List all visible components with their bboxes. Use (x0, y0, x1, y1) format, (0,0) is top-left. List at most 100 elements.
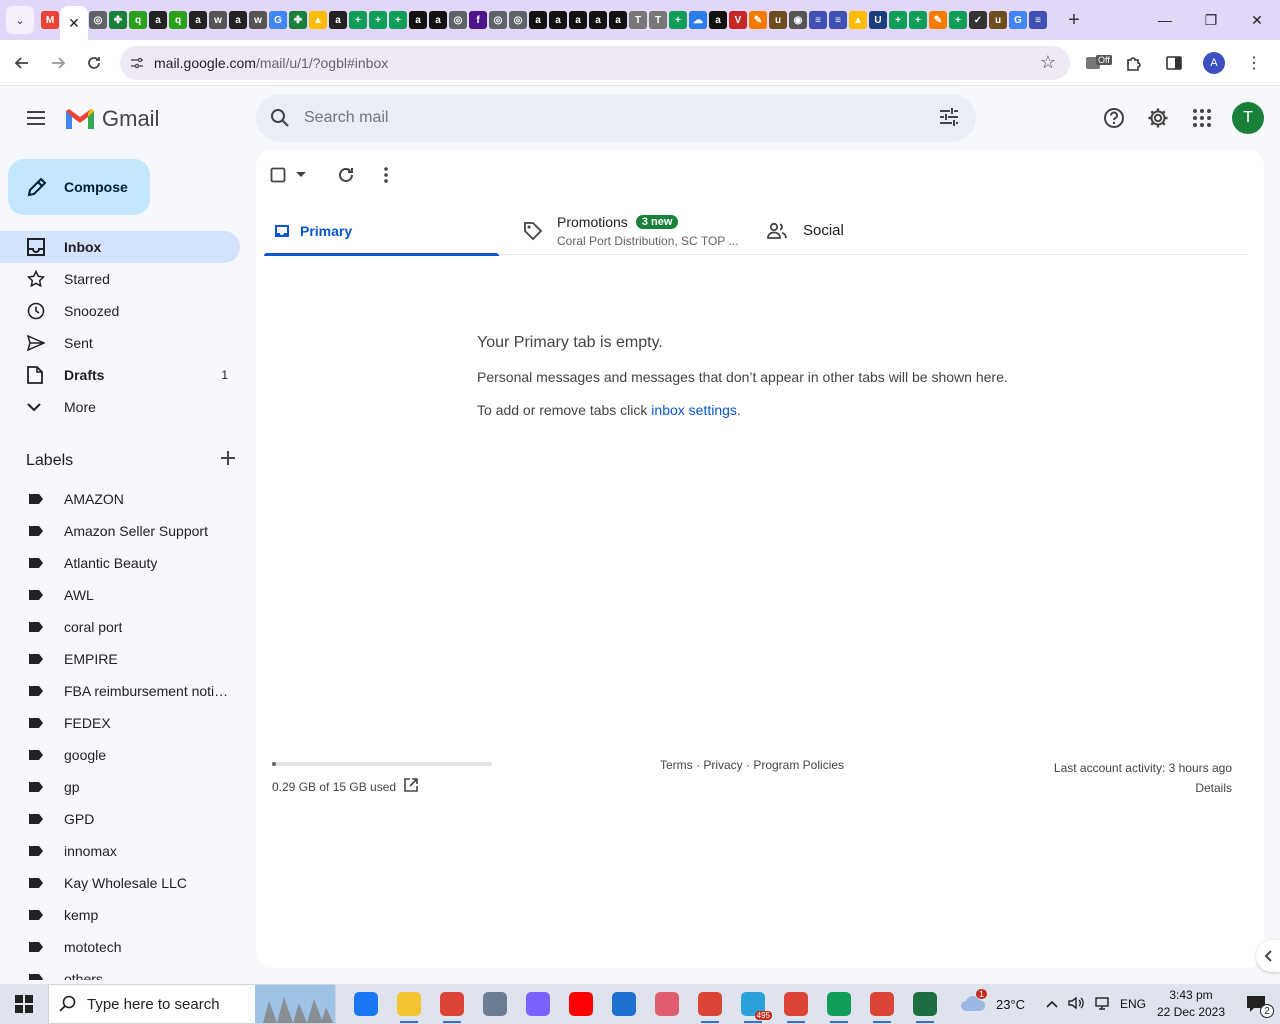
amazon-tab-icon[interactable]: a (149, 11, 167, 29)
label-item[interactable]: others (0, 963, 240, 980)
sidebar-item-inbox[interactable]: Inbox (0, 231, 240, 263)
back-button[interactable] (4, 45, 40, 81)
clover-tab-icon[interactable]: ✤ (109, 11, 127, 29)
label-item[interactable]: Atlantic Beauty (0, 547, 240, 579)
language-indicator[interactable]: ENG (1120, 997, 1146, 1011)
globe-tab-icon[interactable]: ◎ (509, 11, 527, 29)
account-avatar[interactable]: T (1232, 102, 1264, 134)
sheets-tab-icon[interactable]: + (669, 11, 687, 29)
start-button[interactable] (0, 984, 48, 1024)
tab-primary[interactable]: Primary (264, 206, 499, 256)
label-item[interactable]: GPD (0, 803, 240, 835)
amazon-tab-icon[interactable]: a (189, 11, 207, 29)
add-label-button[interactable] (220, 450, 236, 471)
google-tab-icon[interactable]: G (1009, 11, 1027, 29)
qb-tab-icon[interactable]: q (169, 11, 187, 29)
close-window-button[interactable]: ✕ (1234, 0, 1280, 40)
t-tab-icon[interactable]: T (649, 11, 667, 29)
close-tab-icon[interactable]: ✕ (68, 15, 80, 32)
sheets-tab-icon[interactable]: + (909, 11, 927, 29)
open-in-new-icon[interactable] (404, 778, 418, 795)
search-input[interactable] (304, 109, 904, 127)
weather-widget[interactable]: 1 23°C (960, 984, 1025, 1024)
volume-icon[interactable] (1068, 996, 1084, 1013)
clover-tab-icon[interactable]: ✤ (289, 11, 307, 29)
label-item[interactable]: google (0, 739, 240, 771)
globe-tab-icon[interactable]: ◎ (489, 11, 507, 29)
list-tab-icon[interactable]: ≡ (829, 11, 847, 29)
inbox-settings-link[interactable]: inbox settings (651, 402, 737, 418)
list-tab-icon[interactable]: ≡ (1029, 11, 1047, 29)
main-menu-button[interactable] (16, 98, 56, 138)
tab-search-menu-button[interactable]: ⌄ (6, 6, 34, 34)
label-item[interactable]: gp (0, 771, 240, 803)
wave-tab-icon[interactable]: ◎ (89, 11, 107, 29)
site-info-icon[interactable] (120, 55, 154, 71)
check-tab-icon[interactable]: ✓ (969, 11, 987, 29)
amazon-tab-icon[interactable]: a (549, 11, 567, 29)
tab-social[interactable]: Social (753, 206, 953, 255)
store-icon[interactable] (602, 984, 645, 1024)
snipping-tool-icon[interactable] (645, 984, 688, 1024)
label-item[interactable]: Kay Wholesale LLC (0, 867, 240, 899)
wix-tab-icon[interactable]: w (249, 11, 267, 29)
amazon-tab-icon[interactable]: a (409, 11, 427, 29)
side-panel-icon[interactable] (1154, 54, 1194, 72)
facebook-app-icon[interactable] (344, 984, 387, 1024)
youtube-icon[interactable] (559, 984, 602, 1024)
settings-gear-icon[interactable] (1136, 98, 1180, 138)
amazon-tab-icon[interactable]: a (329, 11, 347, 29)
chrome-profile-a-icon[interactable] (774, 984, 817, 1024)
active-tab[interactable]: ✕ (60, 6, 88, 40)
label-item[interactable]: AWL (0, 579, 240, 611)
amazon-tab-icon[interactable]: a (709, 11, 727, 29)
wix-tab-icon[interactable]: w (209, 11, 227, 29)
search-options-icon[interactable] (938, 106, 960, 133)
t-tab-icon[interactable]: T (629, 11, 647, 29)
amazon-tab-icon[interactable]: a (429, 11, 447, 29)
label-item[interactable]: innomax (0, 835, 240, 867)
chrome-app-icon[interactable] (430, 984, 473, 1024)
pencil-tab-icon[interactable]: ✎ (749, 11, 767, 29)
sheets-tab-icon[interactable]: + (369, 11, 387, 29)
select-all-checkbox[interactable] (264, 160, 292, 190)
taskbar-search-box[interactable]: Type here to search (48, 984, 336, 1024)
sidebar-item-drafts[interactable]: Drafts 1 (0, 359, 240, 391)
tab-promotions[interactable]: Promotions 3 new Coral Port Distribution… (499, 206, 753, 255)
pencil-tab-icon[interactable]: ✎ (929, 11, 947, 29)
search-icon[interactable] (256, 108, 304, 128)
forward-button[interactable] (40, 45, 76, 81)
drive-tab-icon[interactable]: ▲ (849, 11, 867, 29)
show-side-panel-button[interactable] (1256, 940, 1280, 972)
drive-tab-icon[interactable]: ▲ (309, 11, 327, 29)
label-item[interactable]: FBA reimbursement notifications (0, 675, 240, 707)
excel-icon[interactable] (903, 984, 946, 1024)
chrome-profile-c-icon[interactable] (860, 984, 903, 1024)
chrome-menu-icon[interactable]: ⋮ (1234, 53, 1274, 73)
list-tab-icon[interactable]: ≡ (809, 11, 827, 29)
more-actions-button[interactable] (366, 160, 406, 190)
google-apps-icon[interactable] (1180, 98, 1224, 138)
google-tab-icon[interactable]: G (269, 11, 287, 29)
notification-center-button[interactable]: 2 (1244, 992, 1274, 1018)
sidebar-item-more[interactable]: More (0, 391, 240, 423)
taskbar-clock[interactable]: 3:43 pm 22 Dec 2023 (1156, 987, 1226, 1021)
activity-details-link[interactable]: Details (1054, 778, 1232, 798)
gmail-tab-icon[interactable]: M (41, 11, 59, 29)
sheets-tab-icon[interactable]: + (889, 11, 907, 29)
chrome-profile-icon[interactable] (688, 984, 731, 1024)
telegram-icon[interactable]: 495 (731, 984, 774, 1024)
uline-tab-icon[interactable]: U (869, 11, 887, 29)
calculator-icon[interactable] (473, 984, 516, 1024)
cloud-tab-icon[interactable]: ☁ (689, 11, 707, 29)
compose-button[interactable]: Compose (8, 159, 150, 215)
select-dropdown-button[interactable] (292, 160, 310, 190)
qb-tab-icon[interactable]: q (129, 11, 147, 29)
gmail-logo[interactable]: Gmail (64, 106, 159, 132)
bookmark-star-icon[interactable]: ☆ (1040, 52, 1056, 73)
vshape-tab-icon[interactable]: V (729, 11, 747, 29)
label-item[interactable]: coral port (0, 611, 240, 643)
refresh-button[interactable] (326, 160, 366, 190)
network-icon[interactable] (1094, 996, 1110, 1013)
help-icon[interactable] (1092, 98, 1136, 138)
